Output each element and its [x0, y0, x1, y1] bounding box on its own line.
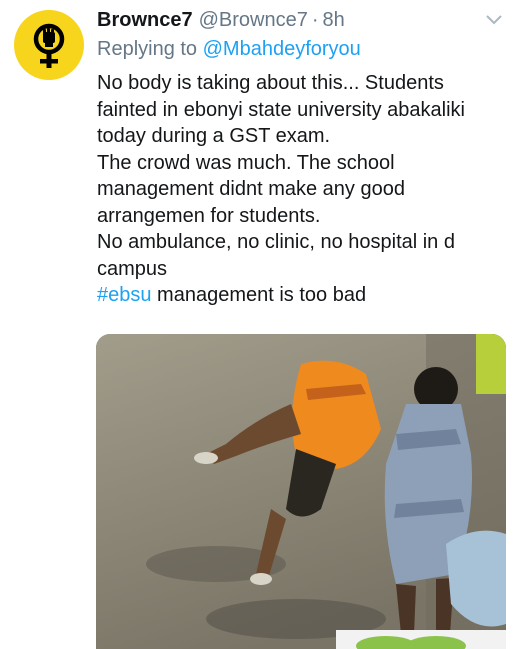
tweet-text-line: The crowd was much. The school: [97, 151, 395, 174]
tweet[interactable]: Brownce7 @Brownce7 · 8h Replying to @Mba…: [0, 0, 519, 649]
hashtag-link[interactable]: #ebsu: [97, 284, 152, 306]
tweet-text-line: management didnt make any good: [97, 178, 405, 200]
tweet-text-line: today during a GST exam.: [97, 125, 331, 147]
replying-to: Replying to @Mbahdeyforyou: [97, 38, 361, 61]
reply-prefix: Replying to: [97, 38, 198, 60]
tweet-text: No body is taking about this... Students…: [97, 70, 507, 309]
tweet-text-line: campus: [97, 257, 168, 280]
reply-user-link[interactable]: @Mbahdeyforyou: [203, 38, 361, 60]
separator-dot: ·: [311, 9, 319, 31]
photo-image: [96, 334, 506, 649]
tweet-photo[interactable]: [96, 334, 506, 649]
user-handle[interactable]: @Brownce7: [199, 9, 308, 32]
tweet-text-line: No body is taking about this... Students: [97, 72, 444, 94]
tweet-text-tail: management is too bad: [151, 284, 367, 306]
tweet-text-line: fainted in ebonyi state university abaka…: [97, 98, 465, 121]
venus-fist-icon: [33, 23, 65, 68]
timestamp[interactable]: 8h: [323, 9, 345, 32]
display-name[interactable]: Brownce7: [97, 9, 193, 32]
tweet-text-last-line: #ebsu management is too bad: [97, 282, 507, 309]
tweet-header: Brownce7 @Brownce7 · 8h: [97, 9, 345, 35]
avatar[interactable]: [14, 10, 84, 80]
tweet-text-line: arrangemen for students.: [97, 204, 321, 227]
tweet-text-line: No ambulance, no clinic, no hospital in …: [97, 231, 455, 253]
chevron-down-icon[interactable]: [484, 12, 504, 28]
